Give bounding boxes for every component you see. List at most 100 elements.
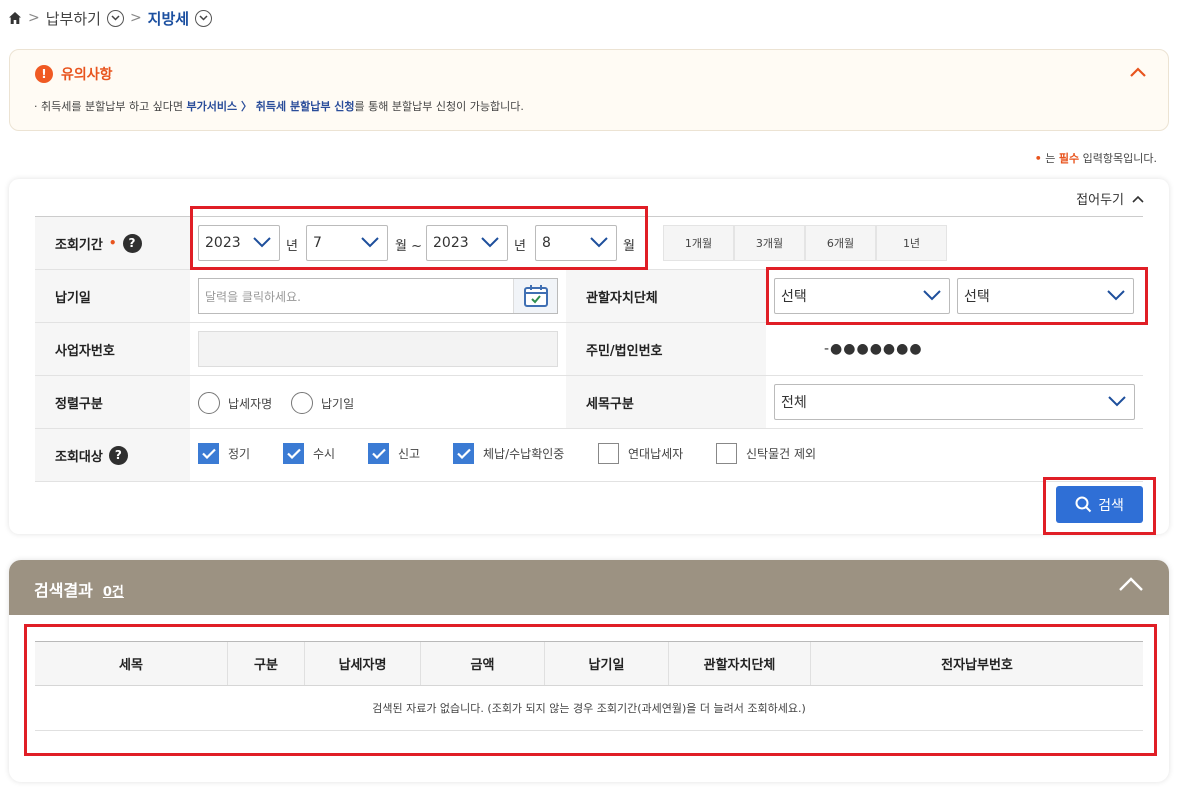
column-header[interactable]: 납세자명 xyxy=(305,642,421,685)
exclamation-icon: ! xyxy=(35,65,53,83)
column-header[interactable]: 세목 xyxy=(35,642,228,685)
required-dot: • xyxy=(1034,152,1042,165)
period-row: 조회기간 • ? 2023 년 7 월 ~ 2023 년 8 월 1개월 3개월… xyxy=(35,217,1143,270)
target-row: 조회대상 ? 정기 수시 신고 체납/수납확인중 연대납세자 신탁물건 제외 xyxy=(35,429,1143,482)
breadcrumb: > 납부하기 > 지방세 xyxy=(8,7,213,29)
end-year-select[interactable]: 2023 xyxy=(426,225,508,261)
chevron-down-icon xyxy=(590,237,608,248)
paydate-input[interactable]: 달력을 클릭하세요. xyxy=(198,278,558,314)
chevron-up-icon[interactable] xyxy=(1119,577,1143,595)
jurisdiction-select-1-value: 선택 xyxy=(781,289,807,305)
sort-option-label: 납기일 xyxy=(321,396,355,411)
checkbox-checked-icon[interactable] xyxy=(453,443,474,464)
business-no-label: 사업자번호 xyxy=(35,323,190,375)
chevron-down-icon[interactable] xyxy=(195,9,213,27)
chevron-right-icon: > xyxy=(28,10,40,26)
start-month-select[interactable]: 7 xyxy=(306,225,388,261)
period-label: 조회기간 • ? xyxy=(35,217,190,269)
help-icon[interactable]: ? xyxy=(108,445,128,465)
chevron-down-icon xyxy=(1108,396,1126,407)
tax-item-select[interactable]: 전체 xyxy=(774,384,1135,420)
search-panel: 접어두기 조회기간 • ? 2023 년 7 월 ~ 2023 년 8 월 1개… xyxy=(9,179,1169,534)
fold-label: 접어두기 xyxy=(1076,193,1124,208)
installment-link[interactable]: 부가서비스 〉 취득세 분할납부 신청 xyxy=(187,100,355,113)
column-header[interactable]: 구분 xyxy=(228,642,305,685)
column-header[interactable]: 금액 xyxy=(421,642,545,685)
sort-radio-paydate[interactable]: 납기일 xyxy=(291,392,354,414)
target-label: 조회대상 ? xyxy=(35,429,190,481)
resident-no-value: -●●●●●●● xyxy=(824,341,923,357)
chevron-up-icon[interactable] xyxy=(1130,66,1146,81)
jurisdiction-select-2-value: 선택 xyxy=(964,289,990,305)
breadcrumb-item-local-tax[interactable]: 지방세 xyxy=(148,8,189,29)
checkbox-unchecked-icon[interactable] xyxy=(598,443,619,464)
start-month-value: 7 xyxy=(313,235,322,251)
chevron-down-icon xyxy=(1107,290,1125,301)
chevron-down-icon xyxy=(253,237,271,248)
checkbox-checked-icon[interactable] xyxy=(198,443,219,464)
required-word: 필수 xyxy=(1058,152,1080,165)
search-button[interactable]: 검색 xyxy=(1056,486,1143,523)
notice-title: 유의사항 xyxy=(61,67,113,83)
search-icon xyxy=(1075,496,1092,513)
chevron-up-icon xyxy=(1132,195,1144,203)
target-option-label: 신탁물건 제외 xyxy=(746,447,817,461)
unit-year: 년 xyxy=(514,239,526,254)
chevron-down-icon[interactable] xyxy=(106,9,124,27)
unit-year: 년 xyxy=(286,239,298,254)
checkbox-checked-icon[interactable] xyxy=(283,443,304,464)
unit-month: 월 xyxy=(623,239,635,254)
start-year-value: 2023 xyxy=(205,235,241,251)
tax-item-label: 세목구분 xyxy=(566,376,766,428)
target-option-label: 연대납세자 xyxy=(628,447,684,461)
results-header: 검색결과 0건 xyxy=(9,560,1169,615)
quick-3month-button[interactable]: 3개월 xyxy=(734,225,805,261)
start-year-select[interactable]: 2023 xyxy=(198,225,280,261)
target-check-regular[interactable]: 정기 xyxy=(198,443,250,464)
required-note-prefix: 는 xyxy=(1041,152,1059,165)
column-header[interactable]: 전자납부번호 xyxy=(811,642,1143,685)
target-check-occasional[interactable]: 수시 xyxy=(283,443,335,464)
calendar-icon[interactable] xyxy=(513,279,557,313)
target-option-label: 체납/수납확인중 xyxy=(483,447,565,461)
help-icon[interactable]: ? xyxy=(122,233,142,253)
required-note-suffix: 입력항목입니다. xyxy=(1079,152,1157,165)
chevron-down-icon xyxy=(481,237,499,248)
target-check-joint[interactable]: 연대납세자 xyxy=(598,443,683,464)
fold-button[interactable]: 접어두기 xyxy=(1076,189,1144,208)
jurisdiction-select-1[interactable]: 선택 xyxy=(774,278,950,314)
results-title-text: 검색결과 xyxy=(34,581,93,600)
breadcrumb-item-payment[interactable]: 납부하기 xyxy=(46,8,101,29)
results-title: 검색결과 0건 xyxy=(34,577,124,601)
jurisdiction-select-2[interactable]: 선택 xyxy=(957,278,1134,314)
quick-6month-button[interactable]: 6개월 xyxy=(805,225,876,261)
jurisdiction-label: 관할자치단체 xyxy=(566,270,766,322)
results-count: 0건 xyxy=(102,585,124,600)
target-option-label: 신고 xyxy=(398,447,421,461)
chevron-right-icon: > xyxy=(129,10,142,26)
sort-radio-taxpayer[interactable]: 납세자명 xyxy=(198,392,272,414)
target-check-arrears[interactable]: 체납/수납확인중 xyxy=(453,443,564,464)
checkbox-unchecked-icon[interactable] xyxy=(716,443,737,464)
search-button-label: 검색 xyxy=(1098,497,1124,514)
paydate-label: 납기일 xyxy=(35,270,190,322)
unit-month-tilde: 월 ~ xyxy=(395,239,422,254)
column-header[interactable]: 납기일 xyxy=(545,642,669,685)
quick-1year-button[interactable]: 1년 xyxy=(876,225,947,261)
business-no-input xyxy=(198,331,558,367)
end-month-select[interactable]: 8 xyxy=(535,225,617,261)
search-form: 조회기간 • ? 2023 년 7 월 ~ 2023 년 8 월 1개월 3개월… xyxy=(35,216,1143,482)
paydate-row: 납기일 달력을 클릭하세요. 관할자치단체 선택 선택 xyxy=(35,270,1143,323)
tax-item-value: 전체 xyxy=(781,395,807,411)
paydate-placeholder: 달력을 클릭하세요. xyxy=(205,289,301,304)
quick-1month-button[interactable]: 1개월 xyxy=(663,225,734,261)
target-check-trust[interactable]: 신탁물건 제외 xyxy=(716,443,816,464)
radio-button[interactable] xyxy=(291,392,313,414)
column-header[interactable]: 관할자치단체 xyxy=(669,642,811,685)
radio-button[interactable] xyxy=(198,392,220,414)
chevron-down-icon xyxy=(361,237,379,248)
home-icon[interactable] xyxy=(8,11,22,25)
sort-row: 정렬구분 납세자명 납기일 세목구분 전체 xyxy=(35,376,1143,429)
target-check-report[interactable]: 신고 xyxy=(368,443,420,464)
checkbox-checked-icon[interactable] xyxy=(368,443,389,464)
